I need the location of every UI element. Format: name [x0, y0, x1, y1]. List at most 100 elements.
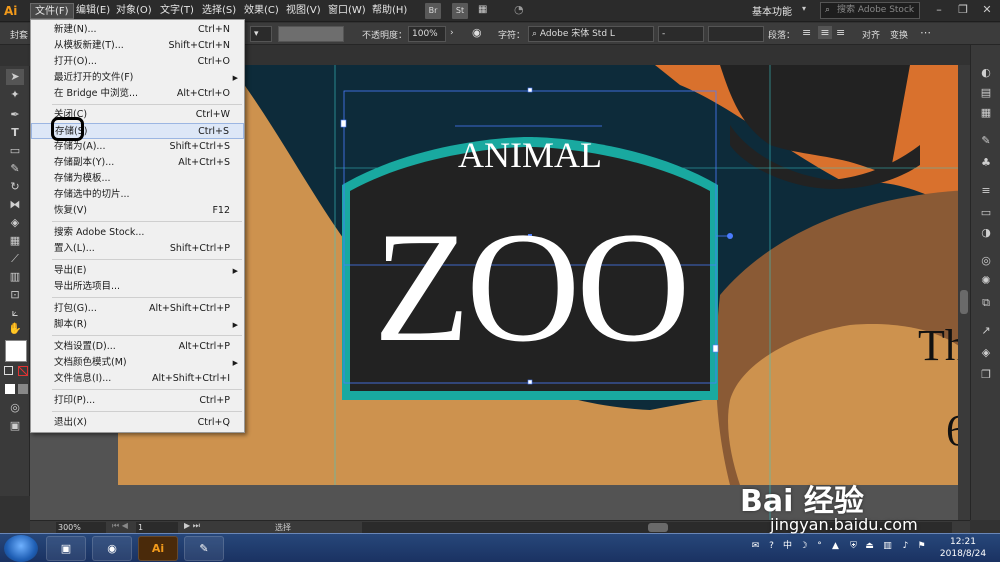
file-menu-scripts[interactable]: 脚本(R) ▶ [31, 317, 244, 333]
file-menu-recent-files[interactable]: 最近打开的文件(F) ▶ [31, 70, 244, 86]
horizontal-scroll-thumb[interactable] [648, 523, 668, 532]
workspace-switcher[interactable]: 基本功能 [752, 3, 792, 18]
pen-tool-icon[interactable]: ✒ [6, 107, 24, 123]
artboard-tool-icon[interactable]: ⊡ [6, 287, 24, 303]
slice-tool-icon[interactable]: ⟀ [6, 305, 24, 321]
magic-wand-tool-icon[interactable]: ✦ [6, 87, 24, 103]
transform-panel-link[interactable]: 变换 [890, 28, 908, 41]
graph-tool-icon[interactable]: ▥ [6, 269, 24, 285]
bridge-button[interactable]: Br [425, 3, 441, 19]
font-style-dropdown[interactable]: - [658, 26, 704, 42]
ime-punct-icon[interactable]: ° [814, 541, 825, 552]
transparency-icon[interactable]: ◑ [978, 225, 994, 241]
brushes-icon[interactable]: ✎ [978, 133, 994, 149]
illustrator-taskbar-icon[interactable]: Ai [138, 536, 178, 561]
tray-up-arrow-icon[interactable]: ▲ [830, 541, 841, 552]
chevron-right-icon[interactable]: › [450, 28, 454, 38]
restore-button[interactable]: ❐ [952, 2, 974, 18]
taskbar-clock[interactable]: 12:21 2018/8/24 [930, 536, 996, 560]
file-menu-place[interactable]: 置入(L)... Shift+Ctrl+P [31, 241, 244, 257]
stroke-icon[interactable]: ≡ [978, 183, 994, 199]
close-button[interactable]: ✕ [976, 2, 998, 18]
menu-window[interactable]: 窗口(W) [324, 3, 370, 19]
width-tool-icon[interactable]: ⧓ [6, 197, 24, 213]
file-menu-file-info[interactable]: 文件信息(I)... Alt+Shift+Ctrl+I [31, 371, 244, 387]
tray-flag-icon[interactable]: ⚑ [916, 541, 927, 552]
align-left-icon[interactable]: ≡ [802, 26, 811, 39]
graphic-styles-icon[interactable]: ✺ [978, 273, 994, 289]
mesh-tool-icon[interactable]: ▦ [6, 233, 24, 249]
file-menu-browse-in-bridge[interactable]: 在 Bridge 中浏览... Alt+Ctrl+O [31, 86, 244, 102]
none-swatch-icon[interactable] [18, 366, 28, 376]
opacity-input[interactable]: 100% [408, 26, 446, 42]
file-menu-revert[interactable]: 恢复(V) F12 [31, 203, 244, 219]
menu-type[interactable]: 文字(T) [156, 3, 198, 19]
type-tool-icon[interactable]: T [6, 125, 24, 141]
ime-moon-icon[interactable]: ☽ [798, 541, 809, 552]
chevron-down-icon[interactable]: ▾ [802, 4, 806, 13]
color-guide-icon[interactable]: ▤ [978, 85, 994, 101]
file-menu-search-adobe-stock[interactable]: 搜索 Adobe Stock... [31, 225, 244, 241]
arrange-documents-icon[interactable]: ▦ [478, 4, 492, 16]
file-menu-document-color-mode[interactable]: 文档颜色模式(M) ▶ [31, 355, 244, 371]
menu-edit[interactable]: 编辑(E) [72, 3, 114, 19]
menu-help[interactable]: 帮助(H) [368, 3, 411, 19]
artboards-icon[interactable]: ❐ [978, 367, 994, 383]
file-menu-export-selection[interactable]: 导出所选项目... [31, 279, 244, 295]
recolor-icon[interactable]: ◉ [472, 26, 482, 39]
align-right-icon[interactable]: ≡ [836, 26, 845, 39]
appearance-icon[interactable]: ◎ [978, 253, 994, 269]
menu-view[interactable]: 视图(V) [282, 3, 325, 19]
menu-effect[interactable]: 效果(C) [240, 3, 283, 19]
file-menu-package[interactable]: 打包(G)... Alt+Shift+Ctrl+P [31, 301, 244, 317]
menu-select[interactable]: 选择(S) [198, 3, 240, 19]
gradient-mode-icon[interactable] [18, 384, 28, 394]
menu-file[interactable]: 文件(F) [30, 3, 74, 19]
selection-tool-icon[interactable]: ➤ [6, 69, 24, 85]
font-size-input[interactable] [708, 26, 764, 42]
zoom-field[interactable]: 300% [56, 522, 106, 533]
ime-indicator[interactable]: 中 [782, 541, 793, 552]
tray-shield-icon[interactable]: ⛨ [848, 541, 859, 552]
explorer-taskbar-icon[interactable]: ▣ [46, 536, 86, 561]
stroke-dropdown[interactable]: ▾ [250, 26, 272, 42]
style-swatch[interactable] [278, 26, 344, 42]
tray-mail-icon[interactable]: ✉ [750, 541, 761, 552]
font-family-input[interactable]: ⌕ Adobe 宋体 Std L [528, 26, 654, 42]
file-menu-new-from-template[interactable]: 从模板新建(T)... Shift+Ctrl+N [31, 38, 244, 54]
gradient-icon[interactable]: ▭ [978, 205, 994, 221]
layers-icon[interactable]: ◈ [978, 345, 994, 361]
tray-help-icon[interactable]: ? [766, 541, 777, 552]
file-menu-exit[interactable]: 退出(X) Ctrl+Q [31, 415, 244, 431]
screen-mode-icon[interactable]: ▣ [6, 418, 24, 434]
menu-object[interactable]: 对象(O) [112, 3, 156, 19]
browser-taskbar-icon[interactable]: ◉ [92, 536, 132, 561]
file-menu-save-copy[interactable]: 存储副本(Y)... Alt+Ctrl+S [31, 155, 244, 171]
color-panel-icon[interactable]: ◐ [978, 65, 994, 81]
draw-mode-icon[interactable]: ◎ [6, 400, 24, 416]
rectangle-tool-icon[interactable]: ▭ [6, 143, 24, 159]
file-menu-save-selected-slices[interactable]: 存储选中的切片... [31, 187, 244, 203]
tray-usb-icon[interactable]: ⏏ [864, 541, 875, 552]
gpu-performance-icon[interactable]: ◔ [514, 3, 528, 17]
tray-volume-icon[interactable]: ♪ [900, 541, 911, 552]
paint-taskbar-icon[interactable]: ✎ [184, 536, 224, 561]
file-menu-export[interactable]: 导出(E) ▶ [31, 263, 244, 279]
eyedropper-tool-icon[interactable]: ⟋ [6, 251, 24, 267]
asset-export-icon[interactable]: ⧉ [978, 295, 994, 311]
color-mode-icon[interactable] [5, 384, 15, 394]
swatches-icon[interactable]: ▦ [978, 105, 994, 121]
last-page-icon[interactable]: ▶ ⏭ [184, 521, 200, 531]
file-menu-print[interactable]: 打印(P)... Ctrl+P [31, 393, 244, 409]
page-field[interactable]: 1 [136, 522, 178, 533]
align-panel-link[interactable]: 对齐 [862, 28, 880, 41]
vertical-scrollbar[interactable] [958, 65, 970, 520]
first-page-icon[interactable]: ⏮ ◀ [112, 521, 128, 531]
file-menu-open[interactable]: 打开(O)... Ctrl+O [31, 54, 244, 70]
export-icon[interactable]: ↗ [978, 323, 994, 339]
minimize-button[interactable]: – [928, 2, 950, 18]
file-menu-save-as[interactable]: 存储为(A)... Shift+Ctrl+S [31, 139, 244, 155]
more-options-icon[interactable]: ⋯ [920, 26, 931, 39]
align-center-icon[interactable]: ≡ [818, 26, 832, 39]
paintbrush-tool-icon[interactable]: ✎ [6, 161, 24, 177]
